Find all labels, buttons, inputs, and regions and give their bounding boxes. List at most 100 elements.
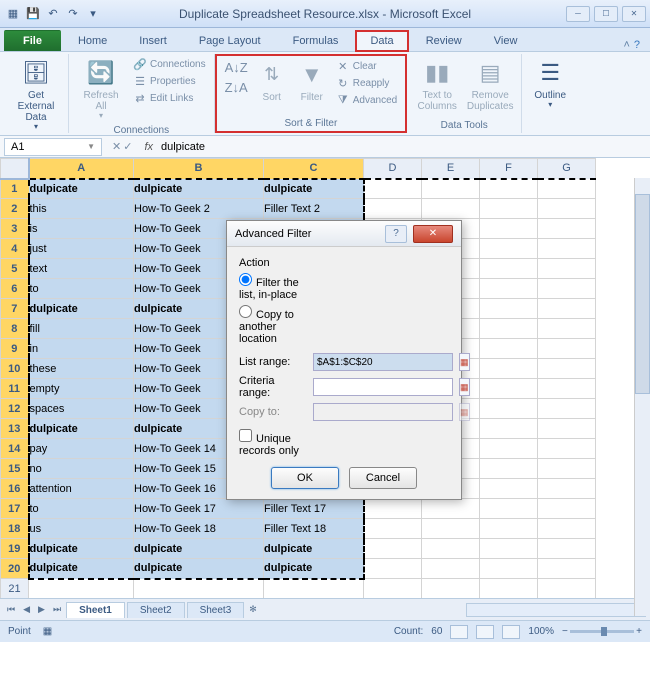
filter-in-place-radio[interactable]: Filter the list, in-place [239,273,307,301]
cell-A2[interactable]: this [29,199,134,219]
cell-F7[interactable] [480,299,538,319]
row-header-11[interactable]: 11 [1,379,29,399]
cell-G6[interactable] [538,279,596,299]
row-header-6[interactable]: 6 [1,279,29,299]
tab-page-layout[interactable]: Page Layout [184,30,276,51]
cell-B17[interactable]: How-To Geek 17 [134,499,264,519]
sort-button[interactable]: ⇅ Sort [254,58,290,105]
cell-G18[interactable] [538,519,596,539]
fx-icon[interactable]: fx [138,141,159,153]
cell-A10[interactable]: these [29,359,134,379]
cell-G15[interactable] [538,459,596,479]
row-header-9[interactable]: 9 [1,339,29,359]
cell-A19[interactable]: dulpicate [29,539,134,559]
cell-C17[interactable]: Filler Text 17 [264,499,364,519]
cell-F20[interactable] [480,559,538,579]
cell-A14[interactable]: pay [29,439,134,459]
zoom-level[interactable]: 100% [528,626,554,637]
row-header-5[interactable]: 5 [1,259,29,279]
qat-dropdown-icon[interactable]: ▾ [84,5,102,23]
dialog-close-button[interactable]: ✕ [413,225,453,243]
cell-A7[interactable]: dulpicate [29,299,134,319]
row-header-15[interactable]: 15 [1,459,29,479]
tab-view[interactable]: View [479,30,533,51]
sort-az-icon[interactable]: A↓Z [223,58,250,77]
cell-G9[interactable] [538,339,596,359]
cancel-entry-icon[interactable]: ✕ [112,140,121,153]
remove-duplicates-button[interactable]: ▤ Remove Duplicates [465,56,515,114]
outline-button[interactable]: ☰ Outline ▾ [528,56,572,112]
page-break-view-icon[interactable] [502,625,520,639]
cell-A9[interactable]: in [29,339,134,359]
cell-G13[interactable] [538,419,596,439]
tab-file[interactable]: File [4,30,61,51]
undo-icon[interactable]: ↶ [44,5,62,23]
cell-F5[interactable] [480,259,538,279]
cell-F10[interactable] [480,359,538,379]
cell-C21[interactable] [264,579,364,599]
cell-A5[interactable]: text [29,259,134,279]
list-range-input[interactable] [313,353,453,371]
cell-F16[interactable] [480,479,538,499]
cell-G1[interactable] [538,179,596,199]
tab-data[interactable]: Data [355,30,408,52]
tab-insert[interactable]: Insert [124,30,182,51]
cell-A11[interactable]: empty [29,379,134,399]
cell-C18[interactable]: Filler Text 18 [264,519,364,539]
cell-F4[interactable] [480,239,538,259]
sheet-nav-last-icon[interactable]: ⏭ [50,604,64,615]
cell-G21[interactable] [538,579,596,599]
zoom-in-icon[interactable]: + [636,626,642,637]
cell-B2[interactable]: How-To Geek 2 [134,199,264,219]
cell-F11[interactable] [480,379,538,399]
cell-A16[interactable]: attention [29,479,134,499]
redo-icon[interactable]: ↷ [64,5,82,23]
sort-za-icon[interactable]: Z↓A [223,78,250,97]
cell-F3[interactable] [480,219,538,239]
cell-B20[interactable]: dulpicate [134,559,264,579]
accept-entry-icon[interactable]: ✓ [123,140,132,153]
horizontal-scrollbar[interactable] [466,603,646,617]
cell-G12[interactable] [538,399,596,419]
tab-review[interactable]: Review [411,30,477,51]
cell-F9[interactable] [480,339,538,359]
text-to-columns-button[interactable]: ▮▮ Text to Columns [413,56,461,114]
cell-D17[interactable] [364,499,422,519]
cell-F17[interactable] [480,499,538,519]
vertical-scrollbar[interactable] [634,178,650,616]
cell-G10[interactable] [538,359,596,379]
normal-view-icon[interactable] [450,625,468,639]
cell-G16[interactable] [538,479,596,499]
row-header-8[interactable]: 8 [1,319,29,339]
row-header-17[interactable]: 17 [1,499,29,519]
cell-A20[interactable]: dulpicate [29,559,134,579]
cell-D18[interactable] [364,519,422,539]
tab-home[interactable]: Home [63,30,122,51]
new-sheet-icon[interactable]: ✻ [246,604,260,615]
cell-E21[interactable] [422,579,480,599]
cell-G8[interactable] [538,319,596,339]
select-all-corner[interactable] [1,159,29,179]
filter-button[interactable]: ▼ Filter [294,58,330,105]
col-header-F[interactable]: F [480,159,538,179]
cell-F14[interactable] [480,439,538,459]
sheet-tab-1[interactable]: Sheet1 [66,602,125,618]
cell-A15[interactable]: no [29,459,134,479]
cell-G11[interactable] [538,379,596,399]
cell-G14[interactable] [538,439,596,459]
zoom-slider[interactable]: − + [562,626,642,637]
cell-F2[interactable] [480,199,538,219]
cell-A21[interactable] [29,579,134,599]
col-header-C[interactable]: C [264,159,364,179]
dialog-titlebar[interactable]: Advanced Filter ? ✕ [227,221,461,247]
ok-button[interactable]: OK [271,467,339,489]
list-range-selector-icon[interactable]: ▦ [459,353,470,371]
cell-F6[interactable] [480,279,538,299]
maximize-button[interactable]: ☐ [594,6,618,22]
row-header-13[interactable]: 13 [1,419,29,439]
cell-G7[interactable] [538,299,596,319]
cell-F19[interactable] [480,539,538,559]
record-macro-icon[interactable]: ▦ [43,626,52,637]
row-header-19[interactable]: 19 [1,539,29,559]
page-layout-view-icon[interactable] [476,625,494,639]
